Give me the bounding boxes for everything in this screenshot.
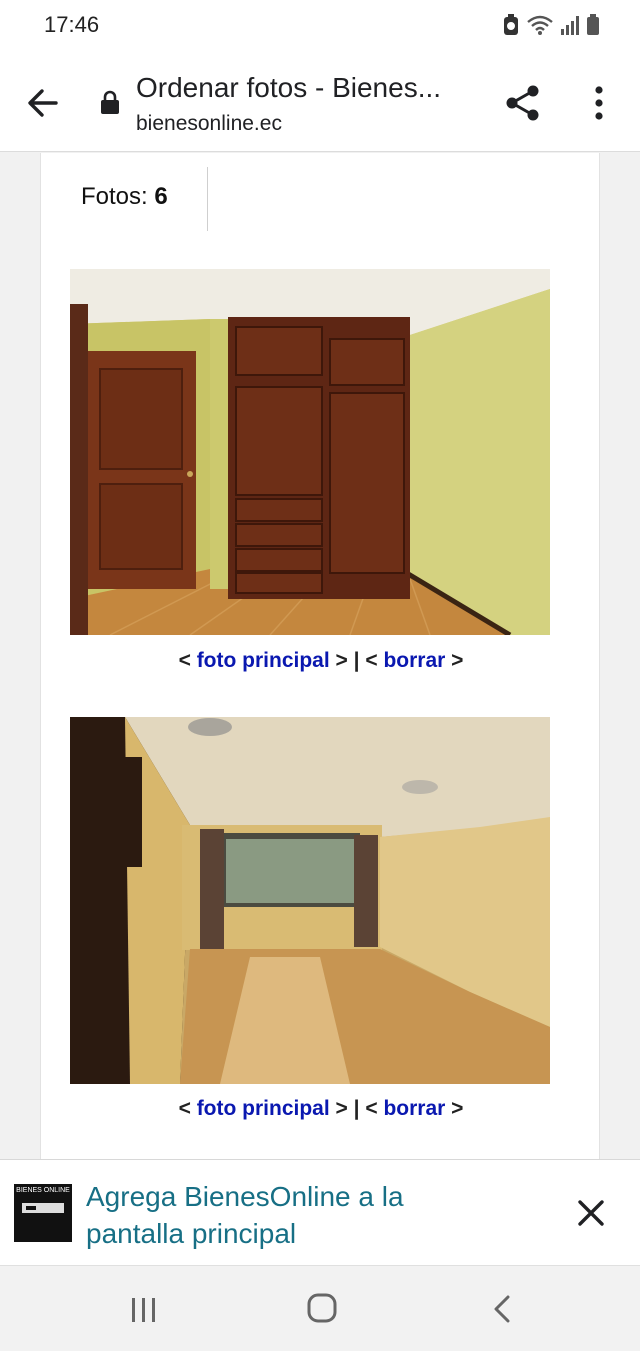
back-arrow-icon[interactable]	[22, 82, 64, 124]
bracket-close: >	[451, 1097, 464, 1120]
page-url[interactable]: bienesonline.ec	[136, 112, 282, 136]
logo-graphic	[22, 1203, 64, 1213]
battery-saver-icon	[504, 14, 518, 35]
page-content: Fotos: 6 < foto principal > | < borrar >…	[0, 153, 640, 1159]
photo-empty-room[interactable]	[70, 717, 550, 1084]
foto-principal-link[interactable]: foto principal	[197, 1097, 330, 1120]
bracket-close: >	[451, 649, 464, 672]
status-bar: 17:46	[0, 0, 640, 52]
fotos-number: 6	[154, 183, 168, 210]
browser-toolbar: Ordenar fotos - Bienes... bienesonline.e…	[0, 52, 640, 152]
borrar-link[interactable]: borrar	[383, 1097, 445, 1120]
battery-icon	[587, 14, 599, 35]
fotos-label: Fotos:	[81, 183, 148, 210]
lock-icon	[101, 90, 119, 114]
photo-actions: < foto principal > | < borrar >	[41, 649, 601, 673]
recents-icon[interactable]	[128, 1296, 160, 1324]
signal-icon	[561, 16, 579, 35]
fotos-count: Fotos: 6	[81, 183, 168, 211]
photo-bedroom-wardrobe[interactable]	[70, 269, 550, 635]
share-icon[interactable]	[502, 82, 544, 124]
borrar-link[interactable]: borrar	[383, 649, 445, 672]
photo-actions: < foto principal > | < borrar >	[41, 1097, 601, 1121]
logo-text: BIENES ONLINE	[16, 1187, 70, 1194]
separator: > | <	[335, 649, 378, 672]
banner-text[interactable]: Agrega BienesOnline a la pantalla princi…	[86, 1178, 486, 1252]
bracket-open: <	[178, 1097, 191, 1120]
page-title: Ordenar fotos - Bienes...	[136, 72, 442, 103]
wifi-icon	[527, 15, 553, 35]
bracket-open: <	[178, 649, 191, 672]
close-icon[interactable]	[572, 1194, 610, 1232]
photos-panel: Fotos: 6 < foto principal > | < borrar >…	[40, 153, 600, 1159]
foto-principal-link[interactable]: foto principal	[197, 649, 330, 672]
more-vert-icon[interactable]	[584, 82, 614, 124]
back-icon[interactable]	[490, 1294, 514, 1324]
bienesonline-logo: BIENES ONLINE	[14, 1184, 72, 1242]
home-icon[interactable]	[306, 1292, 338, 1324]
status-time: 17:46	[44, 12, 100, 37]
add-to-homescreen-banner[interactable]: BIENES ONLINE Agrega BienesOnline a la p…	[0, 1159, 640, 1265]
status-icons	[502, 14, 600, 36]
separator: > | <	[335, 1097, 378, 1120]
divider	[207, 167, 208, 231]
system-nav-bar	[0, 1265, 640, 1351]
